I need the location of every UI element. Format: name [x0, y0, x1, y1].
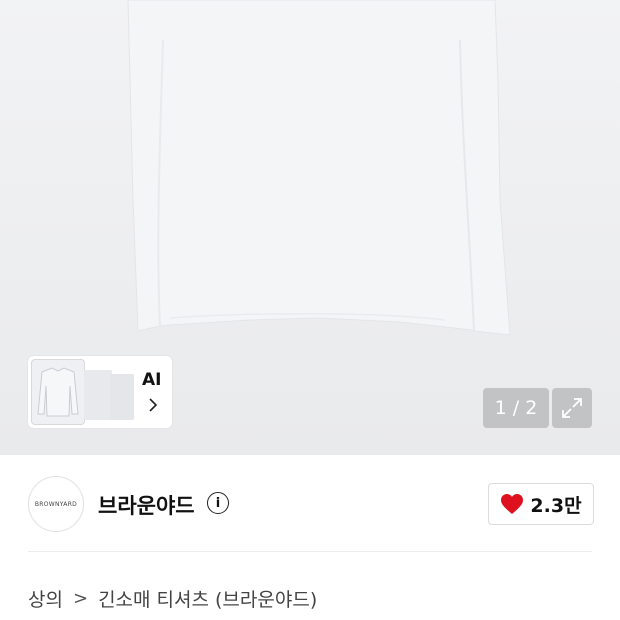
thumbnail-3 [110, 374, 134, 420]
like-count: 2.3만 [530, 494, 582, 517]
heart-icon [501, 494, 524, 514]
breadcrumb-product[interactable]: 긴소매 티셔츠 (브라운야드) [98, 585, 317, 612]
divider [28, 551, 592, 552]
like-button[interactable]: 2.3만 [488, 483, 594, 525]
chevron-right-icon: > [72, 588, 89, 609]
info-icon[interactable]: i [207, 492, 229, 514]
chevron-right-icon [148, 396, 158, 417]
brand-logo[interactable]: BROWNYARD [28, 476, 84, 532]
image-counter: 1 / 2 [483, 388, 549, 428]
breadcrumb-category[interactable]: 상의 [28, 585, 63, 612]
breadcrumb: 상의 > 긴소매 티셔츠 (브라운야드) [28, 585, 317, 612]
product-image[interactable]: AI 1 / 2 [0, 0, 620, 455]
ai-lookbook-card[interactable]: AI [28, 356, 172, 428]
expand-button[interactable] [552, 388, 592, 428]
ai-label: AI [142, 370, 162, 390]
brand-name[interactable]: 브라운야드 [98, 490, 195, 520]
thumbnail-2 [84, 370, 112, 420]
thumbnail-main [32, 360, 84, 424]
expand-icon [562, 398, 582, 418]
ai-thumbnails [32, 360, 134, 424]
brand-logo-text: BROWNYARD [34, 500, 78, 508]
